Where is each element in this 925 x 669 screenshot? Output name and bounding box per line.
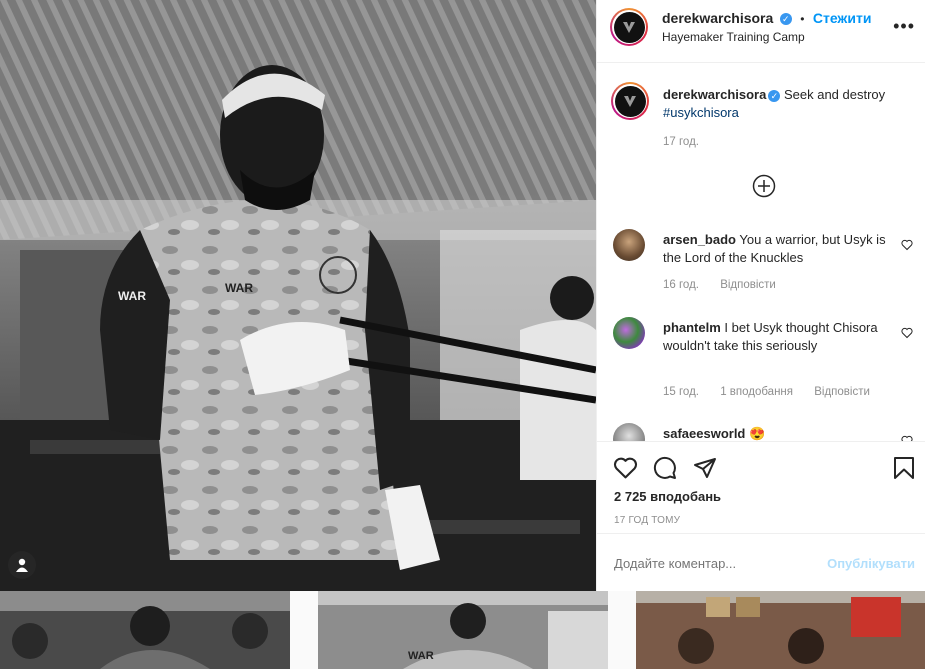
- emoji: 😍: [749, 426, 766, 441]
- avatar[interactable]: [613, 423, 645, 441]
- comment-item: phantelm I bet Usyk thought Chisora woul…: [613, 317, 913, 407]
- comment-likes[interactable]: 1 вподобання: [720, 386, 793, 398]
- post-actions: 2 725 вподобань 17 ГОД ТОМУ: [597, 441, 925, 534]
- comment-item: arsen_bado You a warrior, but Usyk is th…: [613, 229, 913, 299]
- avatar[interactable]: [610, 8, 648, 46]
- likes-count[interactable]: 2 725 вподобань: [614, 489, 721, 504]
- share-icon[interactable]: [693, 456, 717, 480]
- comment-text: phantelm I bet Usyk thought Chisora woul…: [663, 319, 883, 355]
- comments-list[interactable]: derekwarchisora ✓ Seek and destroy #usykc…: [597, 63, 925, 441]
- verified-badge-icon: ✓: [779, 12, 792, 25]
- more-options-icon[interactable]: •••: [893, 16, 915, 37]
- load-more-icon: [752, 174, 776, 198]
- post-timestamp: 17 ГОД ТОМУ: [614, 515, 681, 526]
- comment-username[interactable]: arsen_bado: [663, 232, 736, 247]
- comment-text: arsen_bado You a warrior, but Usyk is th…: [663, 231, 893, 267]
- svg-text:WAR: WAR: [408, 650, 434, 662]
- like-comment-heart-icon[interactable]: [901, 327, 913, 339]
- post-photo[interactable]: WAR WAR: [0, 0, 596, 591]
- comment-time: 15 год.: [663, 386, 699, 398]
- logo-icon: [623, 22, 635, 33]
- user-tag-button[interactable]: [8, 551, 36, 579]
- related-post-thumbnail[interactable]: [0, 591, 290, 669]
- hashtag-link[interactable]: #usykchisora: [663, 105, 739, 120]
- caption-time: 17 год.: [663, 136, 699, 148]
- related-posts-row: WAR: [0, 591, 925, 669]
- post-header: derekwarchisora ✓ • Стежити Hayemaker Tr…: [597, 0, 925, 63]
- comment-item: safaeesworld 😍: [613, 423, 913, 441]
- verified-badge-icon: ✓: [768, 89, 781, 102]
- username-link[interactable]: derekwarchisora: [662, 10, 773, 26]
- publish-button[interactable]: Опублікувати: [827, 556, 915, 571]
- follow-button[interactable]: Стежити: [813, 10, 872, 26]
- comment-icon[interactable]: [653, 456, 677, 480]
- load-more-button[interactable]: [752, 174, 776, 203]
- reply-button[interactable]: Відповісти: [814, 386, 870, 398]
- user-tag-icon: [16, 558, 28, 572]
- reply-button[interactable]: Відповісти: [720, 279, 776, 291]
- like-comment-heart-icon[interactable]: [901, 239, 913, 251]
- caption-text: derekwarchisora ✓ Seek and destroy #usykc…: [663, 86, 923, 122]
- comment-time: 16 год.: [663, 279, 699, 291]
- comment-input[interactable]: [614, 556, 814, 571]
- related-post-thumbnail[interactable]: WAR: [318, 591, 608, 669]
- caption-body: Seek and destroy: [783, 87, 886, 102]
- comment-text: safaeesworld 😍: [663, 425, 893, 441]
- svg-text:WAR: WAR: [118, 289, 146, 303]
- post-sidebar: derekwarchisora ✓ • Стежити Hayemaker Tr…: [596, 0, 925, 591]
- separator-dot: •: [800, 12, 805, 26]
- heart-icon[interactable]: [613, 456, 638, 479]
- avatar[interactable]: [613, 317, 645, 349]
- bookmark-icon[interactable]: [893, 456, 915, 480]
- comment-username[interactable]: safaeesworld: [663, 426, 745, 441]
- location-link[interactable]: Hayemaker Training Camp: [662, 30, 805, 44]
- caption-username[interactable]: derekwarchisora: [663, 87, 766, 102]
- svg-text:WAR: WAR: [225, 281, 253, 295]
- logo-icon: [624, 96, 636, 107]
- avatar[interactable]: [613, 229, 645, 261]
- related-post-thumbnail[interactable]: [636, 591, 925, 669]
- add-comment-bar: Опублікувати: [597, 533, 925, 592]
- comment-username[interactable]: phantelm: [663, 320, 721, 335]
- avatar[interactable]: [611, 82, 649, 120]
